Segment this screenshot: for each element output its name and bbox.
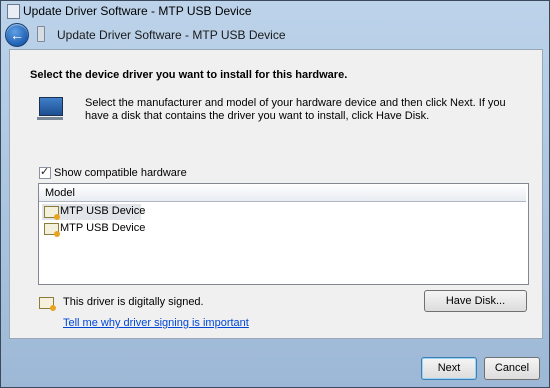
nav-bar: ← Update Driver Software - MTP USB Devic… <box>1 21 549 49</box>
signed-status-text: This driver is digitally signed. <box>63 296 204 308</box>
cancel-button[interactable]: Cancel <box>484 357 540 380</box>
list-item[interactable]: MTP USB Device <box>42 221 145 237</box>
have-disk-button[interactable]: Have Disk... <box>424 290 527 312</box>
driver-certificate-icon <box>39 297 56 311</box>
list-item[interactable]: MTP USB Device <box>42 204 145 220</box>
page-heading: Select the device driver you want to ins… <box>30 69 348 81</box>
title-bar[interactable]: Update Driver Software - MTP USB Device <box>1 1 549 21</box>
window-title: Update Driver Software - MTP USB Device <box>23 4 252 18</box>
driver-icon <box>44 223 60 237</box>
app-icon <box>7 4 20 19</box>
column-header-label: Model <box>45 187 75 199</box>
usb-device-icon <box>37 26 45 42</box>
show-compatible-checkbox[interactable]: ✓ <box>39 166 51 179</box>
back-button[interactable]: ← <box>5 23 29 47</box>
driver-icon <box>44 206 60 220</box>
nav-title: Update Driver Software - MTP USB Device <box>57 28 286 42</box>
next-button[interactable]: Next <box>421 357 477 380</box>
model-list[interactable]: Model MTP USB Device MTP USB Device <box>38 183 529 285</box>
list-item-label: MTP USB Device <box>60 205 146 217</box>
show-compatible-label[interactable]: Show compatible hardware <box>54 167 187 179</box>
update-driver-window: Update Driver Software - MTP USB Device … <box>0 0 550 388</box>
driver-signing-link[interactable]: Tell me why driver signing is important <box>63 317 249 329</box>
column-header-model[interactable]: Model <box>39 184 526 202</box>
hardware-monitor-icon <box>37 97 63 120</box>
description-text: Select the manufacturer and model of you… <box>85 97 506 122</box>
list-item-label: MTP USB Device <box>60 222 146 234</box>
back-arrow-icon: ← <box>10 27 24 43</box>
checkmark-icon: ✓ <box>40 166 50 178</box>
